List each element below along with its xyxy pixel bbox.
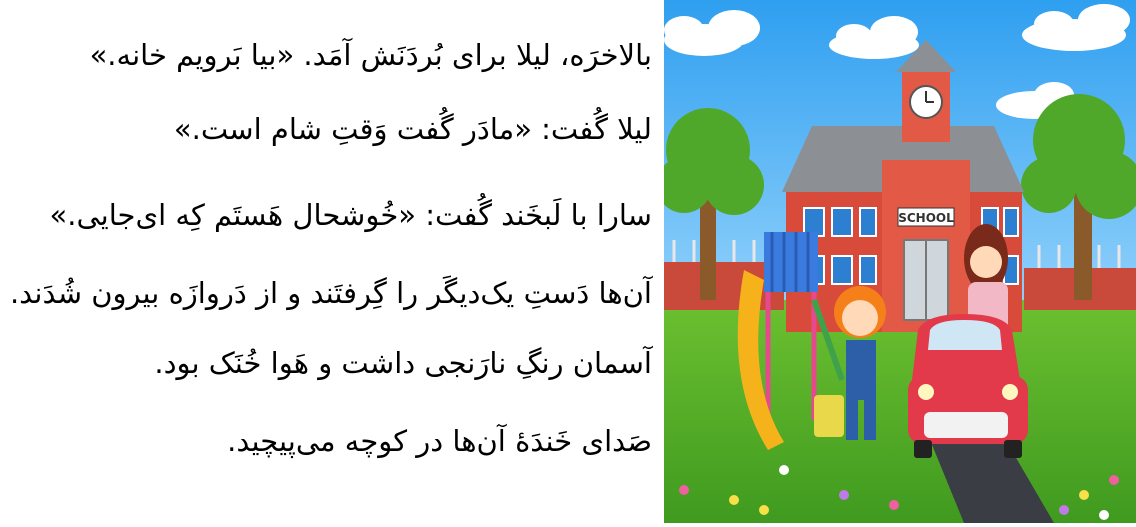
story-line: آسمان رنگِ نارَنجی داشت و هَوا خُنَک بود… [154,346,652,380]
school-scene: SCHOOL [656,0,1136,523]
story-line: آن‌ها دَستِ یک‌دیگَر را گِرفتَند و از دَ… [9,276,652,310]
story-line: سارا با لَبخَند گُفت: «خُوشحال هَستَم کِ… [49,198,652,232]
red-car [908,314,1028,458]
story-text-panel: بالاخرَه، لیلا برای بُردَنَش آمَد. «بیا … [0,0,660,523]
story-line: بالاخرَه، لیلا برای بُردَنَش آمَد. «بیا … [89,38,652,72]
story-line: لیلا گُفت: «مادَر گُفت وَقتِ شام است.» [173,112,652,146]
school-sign: SCHOOL [898,211,954,225]
lawn [664,300,1136,523]
story-line: صَدای خَندَۀ آن‌ها در کوچه می‌پیچید. [227,424,652,458]
school-illustration: SCHOOL [656,0,1136,523]
